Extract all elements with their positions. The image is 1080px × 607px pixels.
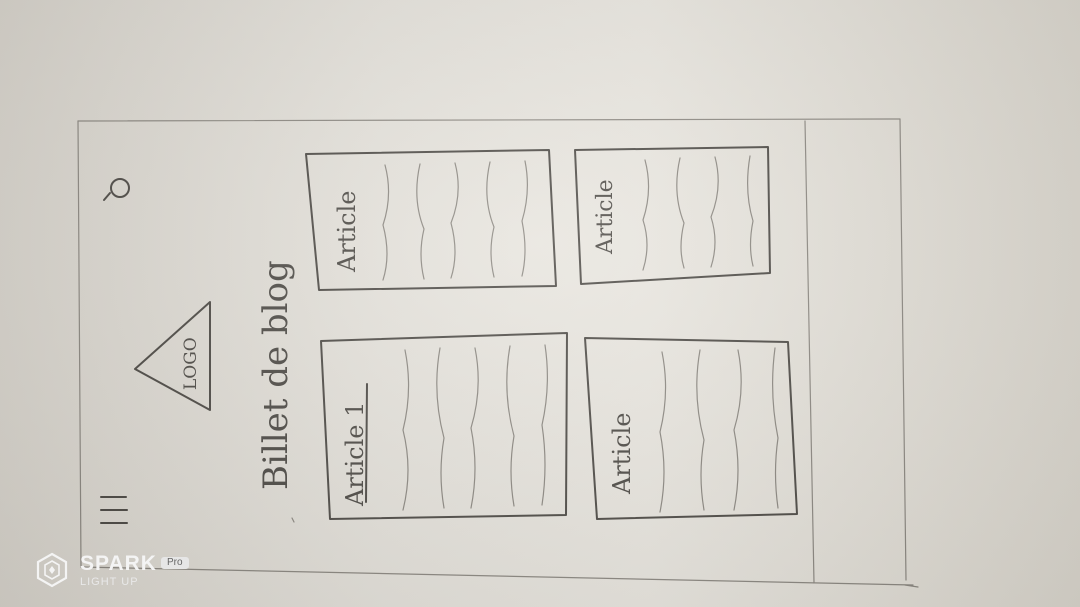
logo-label: LOGO — [181, 337, 201, 390]
wireframe-sketch: LOGO Billet de blog Article 1 Article Ar… — [77, 118, 919, 588]
article-card-4[interactable]: Article — [574, 146, 771, 285]
article-card-2[interactable]: Article — [305, 149, 557, 291]
watermark-brand: SPARK — [80, 551, 157, 575]
watermark-subtitle: LIGHT UP — [80, 575, 139, 588]
search-icon[interactable] — [103, 178, 130, 201]
watermark-badge: Pro — [160, 557, 189, 569]
article-card-1-label: Article 1 — [341, 402, 369, 507]
article-card-2-label: Article — [333, 191, 361, 273]
article-card-4-label: Article — [593, 179, 618, 255]
spark-logo-icon — [36, 552, 68, 588]
article-card-3-label: Article — [608, 413, 636, 495]
article-card-1[interactable]: Article 1 — [320, 332, 568, 520]
page-title: Billet de blog — [256, 260, 296, 490]
spark-watermark: SPARK Pro LIGHT UP — [34, 548, 189, 592]
hamburger-menu-icon[interactable] — [100, 496, 128, 524]
article-card-3[interactable]: Article — [584, 337, 798, 520]
